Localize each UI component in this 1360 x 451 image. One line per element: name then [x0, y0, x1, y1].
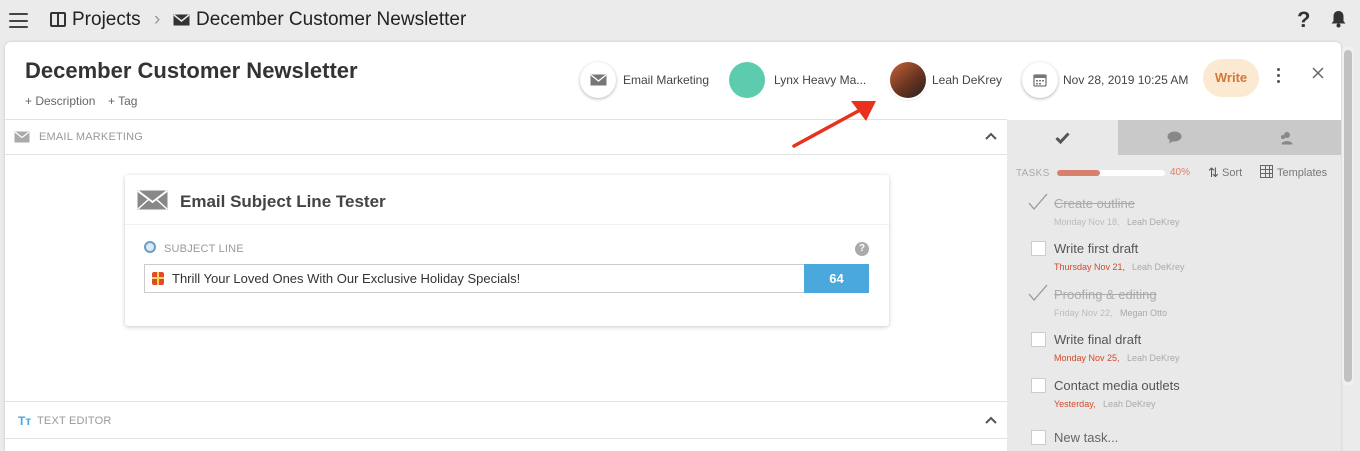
chevron-up-icon[interactable] — [985, 416, 997, 424]
templates-icon[interactable] — [1260, 165, 1273, 178]
tab-people[interactable] — [1230, 120, 1341, 155]
section-title-text-editor: TEXT EDITOR — [37, 415, 112, 427]
task-title[interactable]: Contact media outlets — [1054, 378, 1180, 393]
scrollbar-thumb[interactable] — [1344, 50, 1352, 382]
sort-button[interactable]: Sort — [1222, 167, 1242, 179]
due-date-label[interactable]: Nov 28, 2019 10:25 AM — [1063, 73, 1188, 87]
divider — [125, 224, 889, 225]
task-checked-icon[interactable] — [1028, 283, 1048, 301]
task-checked-icon[interactable] — [1028, 192, 1048, 210]
card-title: Email Subject Line Tester — [180, 192, 386, 211]
assignee-label[interactable]: Leah DeKrey — [932, 73, 1002, 87]
task-checkbox[interactable] — [1031, 378, 1046, 393]
task-checkbox — [1031, 430, 1046, 445]
task-item[interactable]: Contact media outlets Yesterday, Leah DeKr… — [1007, 374, 1341, 419]
help-icon[interactable]: ? — [1297, 7, 1310, 33]
task-title[interactable]: Proofing & editing — [1054, 287, 1157, 302]
subject-score-badge: 64 — [804, 264, 869, 293]
task-item[interactable]: Proofing & editing Friday Nov 22, Megan Ot… — [1007, 283, 1341, 328]
assignee-avatar[interactable] — [890, 62, 926, 98]
new-task-row[interactable]: New task... — [1007, 426, 1341, 451]
target-icon — [144, 241, 156, 253]
tasks-progress-percent: 40% — [1170, 167, 1191, 178]
top-bar: Projects › December Customer Newsletter … — [0, 0, 1360, 42]
scrollbar[interactable] — [1342, 46, 1354, 386]
divider — [5, 401, 1007, 402]
envelope-icon — [137, 190, 168, 210]
more-options-icon[interactable] — [1277, 68, 1281, 86]
envelope-icon — [14, 131, 30, 143]
tasks-progress-bar — [1057, 170, 1165, 176]
subject-line-label: SUBJECT LINE — [164, 243, 244, 255]
write-button[interactable]: Write — [1203, 59, 1259, 97]
people-icon — [1281, 131, 1293, 144]
envelope-icon — [590, 74, 606, 86]
task-checkbox[interactable] — [1031, 332, 1046, 347]
task-item[interactable]: Write first draft Thursday Nov 21, Leah De… — [1007, 237, 1341, 282]
bell-icon[interactable] — [1330, 10, 1347, 28]
task-assignee: Leah DeKrey — [1132, 262, 1185, 272]
gift-icon — [152, 272, 164, 285]
workspace-avatar[interactable] — [729, 62, 765, 98]
new-task-input[interactable]: New task... — [1054, 430, 1118, 445]
add-tag-link[interactable]: + Tag — [108, 94, 137, 108]
project-panel: December Customer Newsletter + Descripti… — [5, 42, 1341, 451]
subject-line-value: Thrill Your Loved Ones With Our Exclusiv… — [172, 271, 521, 286]
task-assignee: Megan Otto — [1120, 308, 1168, 318]
text-size-icon: Tт — [18, 414, 32, 428]
workspace-label[interactable]: Lynx Heavy Ma... — [774, 73, 866, 87]
tab-comments[interactable] — [1118, 120, 1230, 155]
help-icon[interactable]: ? — [855, 242, 869, 256]
add-description-link[interactable]: + Description — [25, 94, 95, 108]
section-title-email-marketing: EMAIL MARKETING — [39, 131, 144, 143]
subject-line-input[interactable]: Thrill Your Loved Ones With Our Exclusiv… — [144, 264, 804, 293]
task-due-date: Thursday Nov 21, — [1054, 262, 1126, 272]
task-item[interactable]: Create outline Monday Nov 18, Leah DeKrey — [1007, 192, 1341, 237]
task-item[interactable]: Write final draft Monday Nov 25, Leah DeKr… — [1007, 328, 1341, 373]
breadcrumb-projects[interactable]: Projects — [72, 9, 141, 31]
subject-line-tester-card: Email Subject Line Tester SUBJECT LINE ?… — [125, 175, 889, 326]
task-assignee: Leah DeKrey — [1127, 353, 1180, 363]
envelope-icon — [173, 14, 190, 26]
breadcrumb-project-title[interactable]: December Customer Newsletter — [196, 9, 466, 31]
divider — [5, 438, 1007, 439]
close-icon[interactable] — [1312, 67, 1324, 79]
task-due-date: Friday Nov 22, — [1054, 308, 1113, 318]
chevron-up-icon[interactable] — [985, 132, 997, 140]
task-title[interactable]: Write final draft — [1054, 332, 1141, 347]
tasks-progress-fill — [1057, 170, 1101, 176]
calendar-icon — [1033, 74, 1047, 87]
hamburger-icon[interactable] — [9, 13, 28, 28]
category-label[interactable]: Email Marketing — [623, 73, 709, 87]
task-title[interactable]: Create outline — [1054, 196, 1135, 211]
task-assignee: Leah DeKrey — [1127, 217, 1180, 227]
task-due-date: Yesterday, — [1054, 399, 1096, 409]
category-button[interactable] — [580, 62, 616, 98]
sort-icon[interactable]: ⇅ — [1208, 165, 1219, 181]
task-title[interactable]: Write first draft — [1054, 241, 1138, 256]
task-checkbox[interactable] — [1031, 241, 1046, 256]
checkmark-icon — [1055, 131, 1070, 144]
task-due-date: Monday Nov 25, — [1054, 353, 1120, 363]
templates-button[interactable]: Templates — [1277, 167, 1327, 179]
tasks-sidebar: TASKS 40% ⇅ Sort Templates Create outlin… — [1007, 120, 1341, 451]
task-due-date: Monday Nov 18, — [1054, 217, 1120, 227]
due-date-button[interactable] — [1022, 62, 1058, 98]
projects-icon — [50, 12, 66, 27]
tasks-label: TASKS — [1016, 168, 1050, 179]
tab-tasks[interactable] — [1007, 120, 1118, 155]
speech-bubble-icon — [1167, 131, 1181, 144]
divider — [5, 154, 1007, 155]
task-assignee: Leah DeKrey — [1103, 399, 1156, 409]
breadcrumb-separator: › — [154, 9, 161, 30]
project-title[interactable]: December Customer Newsletter — [25, 58, 358, 84]
annotation-arrow — [792, 101, 876, 148]
